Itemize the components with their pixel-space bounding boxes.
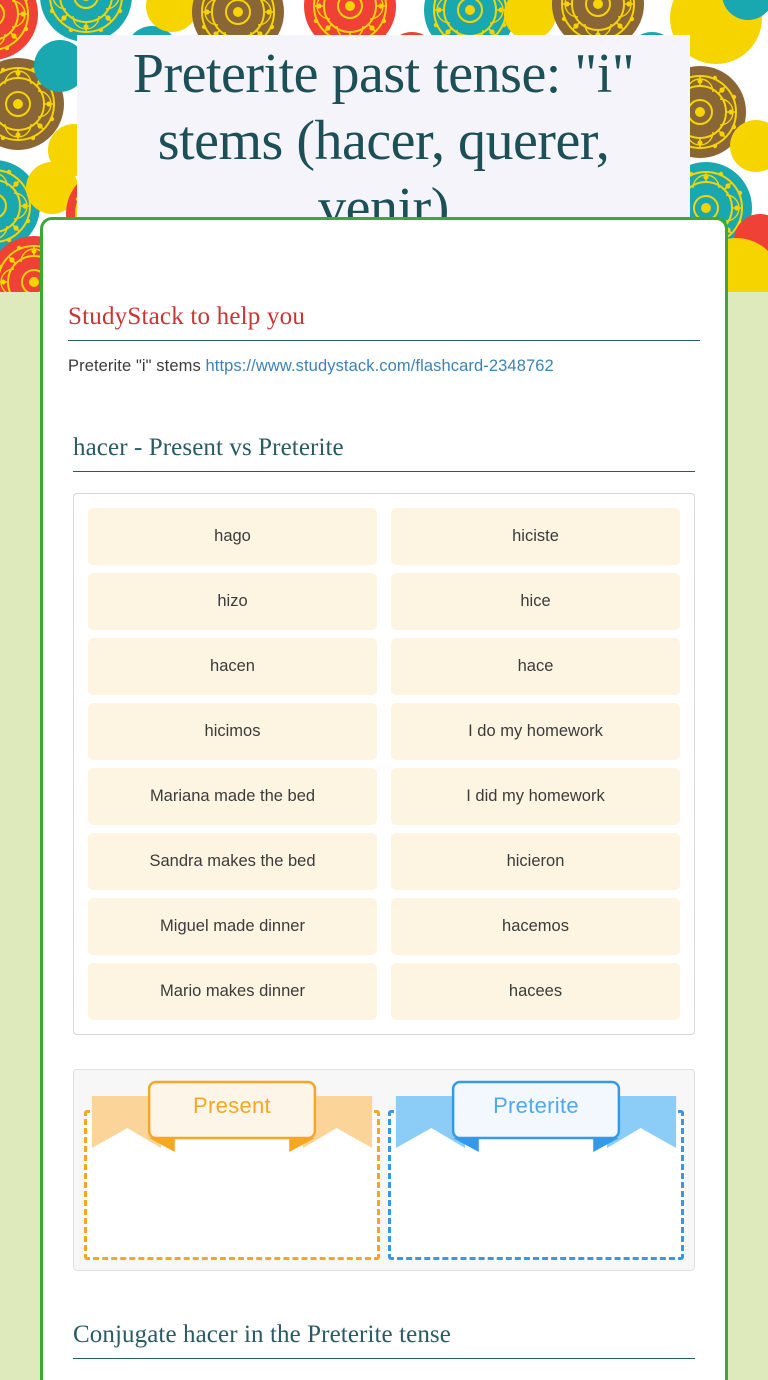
sort-panel: Present Preterite: [73, 1069, 695, 1271]
word-tile[interactable]: hago: [88, 508, 377, 565]
word-tile[interactable]: Mariana made the bed: [88, 768, 377, 825]
word-tile[interactable]: Miguel made dinner: [88, 898, 377, 955]
studystack-description-prefix: Preterite "i" stems: [68, 357, 206, 375]
word-tile[interactable]: Mario makes dinner: [88, 963, 377, 1020]
studystack-heading: StudyStack to help you: [68, 303, 306, 330]
word-tile-container: hago hiciste hizo hice hacen hace hicimo…: [73, 493, 695, 1035]
word-tile[interactable]: hicieron: [391, 833, 680, 890]
drop-zone-present[interactable]: [84, 1110, 380, 1260]
sort-column-present: Present: [84, 1080, 380, 1260]
word-tile[interactable]: hace: [391, 638, 680, 695]
word-tile[interactable]: hiciste: [391, 508, 680, 565]
worksheet-title-box: Preterite past tense: "i" stems (hacer, …: [77, 35, 690, 220]
studystack-description: Preterite "i" stems https://www.studysta…: [68, 357, 700, 376]
studystack-block: StudyStack to help you Preterite "i" ste…: [43, 303, 725, 376]
word-tile[interactable]: Sandra makes the bed: [88, 833, 377, 890]
word-tile-grid: hago hiciste hizo hice hacen hace hicimo…: [88, 508, 680, 1020]
word-tile[interactable]: hice: [391, 573, 680, 630]
worksheet-card: StudyStack to help you Preterite "i" ste…: [40, 217, 728, 1380]
conjugate-section-header: Conjugate hacer in the Preterite tense: [73, 1321, 695, 1359]
word-tile[interactable]: hacen: [88, 638, 377, 695]
match-section-heading: hacer - Present vs Preterite: [73, 434, 344, 461]
word-tile[interactable]: I did my homework: [391, 768, 680, 825]
match-section-divider: [73, 471, 695, 472]
conjugate-section-heading: Conjugate hacer in the Preterite tense: [73, 1321, 451, 1348]
studystack-divider: [68, 340, 700, 341]
ribbon-label-preterite: Preterite: [493, 1093, 579, 1118]
word-tile[interactable]: I do my homework: [391, 703, 680, 760]
conjugate-section-divider: [73, 1358, 695, 1359]
studystack-link[interactable]: https://www.studystack.com/flashcard-234…: [206, 357, 554, 375]
word-tile[interactable]: hizo: [88, 573, 377, 630]
word-tile[interactable]: hicimos: [88, 703, 377, 760]
page-title: Preterite past tense: "i" stems (hacer, …: [132, 43, 635, 220]
ribbon-label-present: Present: [193, 1093, 271, 1118]
word-tile[interactable]: hacemos: [391, 898, 680, 955]
word-tile[interactable]: hacees: [391, 963, 680, 1020]
sort-column-preterite: Preterite: [388, 1080, 684, 1260]
drop-zone-preterite[interactable]: [388, 1110, 684, 1260]
match-section-header: hacer - Present vs Preterite: [73, 434, 695, 472]
